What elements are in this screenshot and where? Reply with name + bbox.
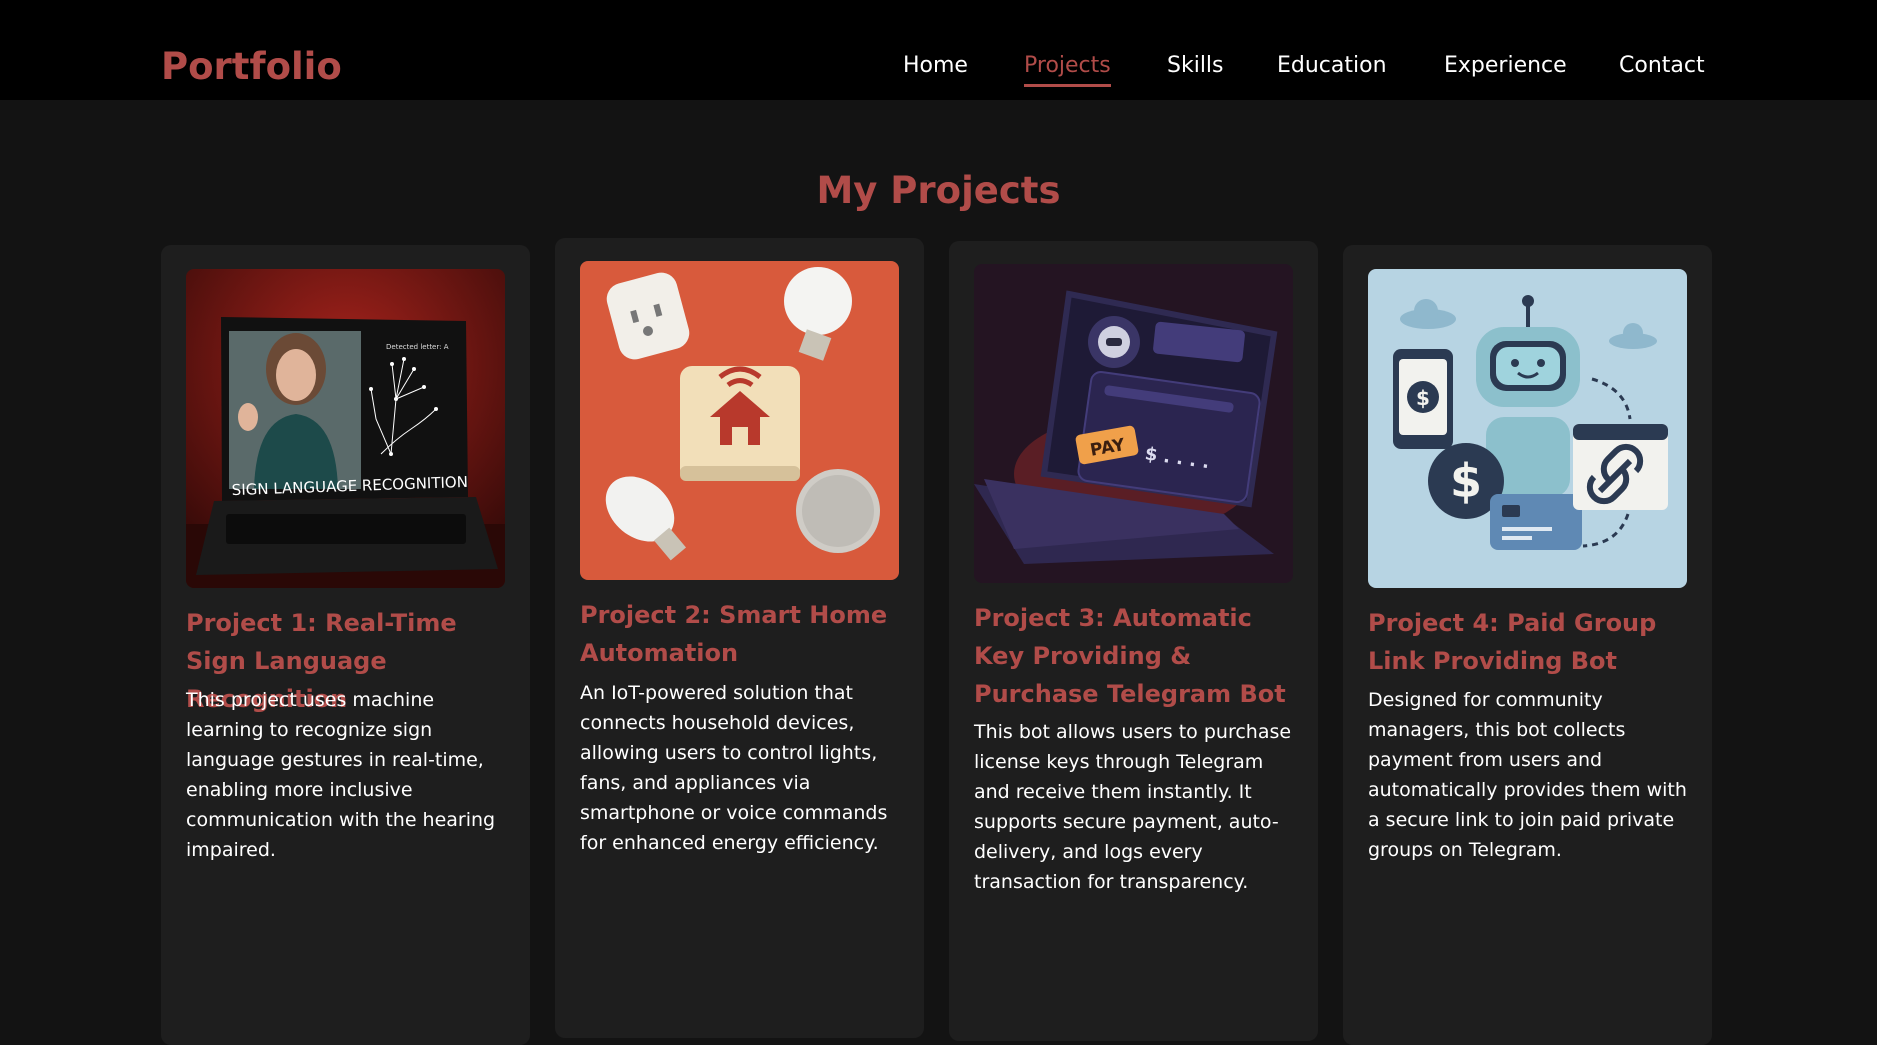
project-title: Project 2: Smart Home Automation <box>580 601 888 667</box>
project-description: This project uses machine learning to re… <box>186 689 496 861</box>
project-card-3[interactable]: PAY $ . . . . Project 3: Automatic Key P… <box>949 241 1318 1041</box>
project-card-4[interactable]: $ $ Project 4: Paid Group Link Providing… <box>1343 245 1712 1045</box>
project-card-2[interactable]: Project 2: Smart Home Automation An IoT-… <box>555 238 924 1038</box>
project-image-smart-home <box>580 261 899 580</box>
nav-link-home[interactable]: Home <box>903 48 968 84</box>
nav-link-education[interactable]: Education <box>1277 48 1387 84</box>
svg-text:$: $ <box>1450 454 1482 508</box>
project-image-sign-language: Detected letter: A SIGN LANGUAGE RECOGNI… <box>186 269 505 588</box>
project-image-telegram-bot: PAY $ . . . . <box>974 264 1293 583</box>
project-title: Project 3: Automatic Key Providing & Pur… <box>974 604 1286 708</box>
project-description: This bot allows users to purchase licens… <box>974 721 1292 893</box>
project-title: Project 4: Paid Group Link Providing Bot <box>1368 609 1657 675</box>
project-card-1[interactable]: Detected letter: A SIGN LANGUAGE RECOGNI… <box>161 245 530 1045</box>
navbar: Portfolio Home Projects Skills Education… <box>0 0 1877 100</box>
project-description: Designed for community managers, this bo… <box>1368 689 1687 861</box>
section-title: My Projects <box>816 169 1061 212</box>
svg-text:$: $ <box>1416 386 1430 410</box>
nav-link-contact[interactable]: Contact <box>1619 48 1705 84</box>
image-subcaption: Detected letter: A <box>386 343 449 351</box>
nav-links: Home Projects Skills Education Experienc… <box>0 48 1877 88</box>
nav-link-projects[interactable]: Projects <box>1024 48 1111 87</box>
project-description: An IoT-powered solution that connects ho… <box>580 682 888 854</box>
nav-link-skills[interactable]: Skills <box>1167 48 1224 84</box>
nav-link-experience[interactable]: Experience <box>1444 48 1567 84</box>
project-image-group-link-bot: $ $ <box>1368 269 1687 588</box>
